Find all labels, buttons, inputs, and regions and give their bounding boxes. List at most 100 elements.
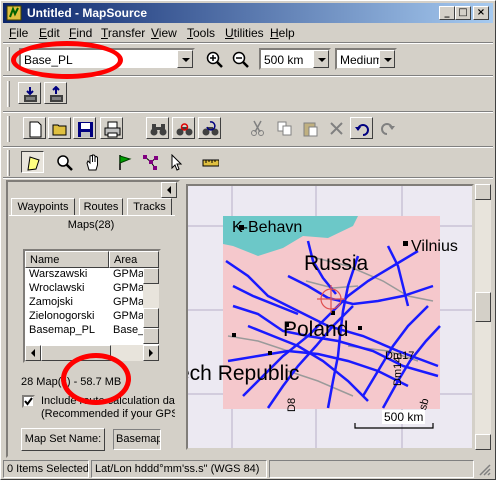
column-header-name[interactable]: Name	[25, 251, 109, 268]
hand-icon	[86, 154, 98, 171]
zoom-out-button[interactable]	[229, 48, 252, 70]
zoom-out-icon	[232, 51, 249, 68]
table-row[interactable]: Wroclawski GPMap	[25, 282, 159, 296]
delete-x-icon	[330, 122, 343, 135]
table-row[interactable]: Basemap_PL Base_	[25, 324, 159, 338]
toolbar-grip[interactable]	[7, 116, 10, 142]
delete-button[interactable]	[325, 117, 348, 139]
table-row[interactable]: Zamojski GPMap	[25, 296, 159, 310]
receive-from-device-button[interactable]	[18, 82, 41, 104]
scroll-thumb[interactable]	[475, 292, 491, 322]
menu-transfer[interactable]: Transfer	[101, 26, 145, 40]
zoom-in-button[interactable]	[203, 48, 226, 70]
map-area: Base_	[113, 324, 145, 336]
column-header-area[interactable]: Area	[109, 251, 159, 268]
scroll-up-button[interactable]	[475, 184, 491, 200]
list-vertical-scrollbar[interactable]	[143, 268, 159, 344]
scroll-down-button[interactable]	[143, 328, 159, 344]
title-bar: Untitled - MapSource _ □ ×	[3, 3, 493, 23]
distance-tool-button[interactable]	[199, 151, 222, 173]
status-coord-format: Lat/Lon hddd°mm'ss.s" (WGS 84)	[91, 460, 267, 478]
send-to-device-icon	[50, 86, 63, 102]
new-document-icon	[29, 121, 42, 138]
cut-button[interactable]	[246, 117, 269, 139]
map-label-czech-republic: ech Republic	[186, 362, 300, 385]
redo-arrow-icon	[381, 123, 395, 135]
select-tool-button[interactable]	[21, 151, 44, 173]
zoom-tool-button[interactable]	[53, 151, 76, 173]
close-button[interactable]: ×	[473, 6, 489, 20]
pan-tool-button[interactable]	[81, 151, 104, 173]
paste-button[interactable]	[299, 117, 322, 139]
scissors-icon	[251, 120, 264, 136]
zoom-scale-value: 500 km	[264, 53, 304, 67]
save-disk-icon	[78, 122, 93, 137]
menu-bar: File Edit Find Transfer View Tools Utili…	[3, 24, 493, 42]
pointer-tool-button[interactable]	[165, 151, 188, 173]
route-calc-checkbox[interactable]	[22, 395, 35, 408]
tab-routes[interactable]: Routes	[79, 198, 123, 216]
find-nearby-button[interactable]	[172, 117, 195, 139]
toolbar-separator	[3, 177, 493, 179]
scroll-down-button[interactable]	[475, 434, 491, 450]
find-button[interactable]	[146, 117, 169, 139]
tab-waypoints[interactable]: Waypoints	[11, 198, 75, 216]
route-tool-button[interactable]	[139, 151, 162, 173]
copy-icon	[277, 121, 292, 136]
print-button[interactable]	[100, 117, 123, 139]
map-set-name-value: Basemap	[113, 429, 161, 450]
maps-heading: Maps(28)	[67, 219, 115, 231]
undo-button[interactable]	[350, 117, 373, 139]
find-recent-button[interactable]	[198, 117, 221, 139]
size-grip-icon[interactable]	[479, 464, 491, 476]
copy-button[interactable]	[273, 117, 296, 139]
zoom-scale-combo[interactable]: 500 km	[259, 48, 331, 70]
menu-utilities[interactable]: Utilities	[225, 26, 264, 40]
toolbar-grip[interactable]	[7, 47, 10, 71]
binoculars-recent-icon	[202, 121, 219, 136]
tab-tracks[interactable]: Tracks	[127, 198, 172, 216]
toolbar-separator	[3, 111, 493, 113]
window-title: Untitled - MapSource	[27, 6, 148, 20]
detail-level-combo[interactable]: Medium	[335, 48, 397, 70]
map-vertical-scrollbar[interactable]	[475, 184, 491, 450]
chevron-down-icon[interactable]	[313, 50, 329, 68]
chevron-left-icon	[167, 186, 171, 194]
menu-find[interactable]: Find	[69, 26, 92, 40]
scroll-up-button[interactable]	[143, 268, 159, 284]
scroll-left-button[interactable]	[25, 345, 41, 361]
minimize-button[interactable]: _	[439, 6, 455, 20]
table-row[interactable]: Warszawski GPMap	[25, 268, 159, 282]
menu-view[interactable]: View	[151, 26, 177, 40]
chevron-down-icon[interactable]	[379, 50, 395, 68]
menu-file[interactable]: File	[9, 26, 28, 40]
map-name: Basemap_PL	[29, 324, 96, 336]
chevron-down-icon[interactable]	[177, 50, 193, 68]
open-button[interactable]	[48, 117, 71, 139]
map-view[interactable]: K-Behavn Vilnius Russia Poland ech Repub…	[186, 184, 474, 450]
cursor-arrow-icon	[171, 154, 183, 171]
toolbar-grip[interactable]	[7, 150, 10, 176]
select-flag-icon	[27, 156, 40, 171]
panel-scroll-left-button[interactable]	[161, 182, 177, 198]
menu-help[interactable]: Help	[270, 26, 295, 40]
maps-list[interactable]: Name Area Warszawski GPMap Wroclawski GPMa…	[23, 249, 161, 363]
redo-button[interactable]	[376, 117, 399, 139]
menu-tools[interactable]: Tools	[187, 26, 215, 40]
new-button[interactable]	[23, 117, 46, 139]
send-to-device-button[interactable]	[44, 82, 67, 104]
menu-edit[interactable]: Edit	[39, 26, 60, 40]
map-set-name-button[interactable]: Map Set Name:	[21, 428, 105, 451]
table-row[interactable]: Zielonogorski GPMap	[25, 310, 159, 324]
map-canvas[interactable]	[188, 186, 472, 448]
undo-arrow-icon	[355, 124, 369, 136]
toolbar-grip[interactable]	[7, 81, 10, 107]
maximize-button[interactable]: □	[455, 6, 471, 20]
checkmark-icon	[24, 397, 33, 406]
binoculars-icon	[150, 124, 167, 136]
scroll-right-button[interactable]	[143, 345, 159, 361]
save-button[interactable]	[73, 117, 96, 139]
open-folder-icon	[52, 124, 67, 136]
waypoint-tool-button[interactable]	[113, 151, 136, 173]
scroll-thumb[interactable]	[143, 308, 159, 328]
